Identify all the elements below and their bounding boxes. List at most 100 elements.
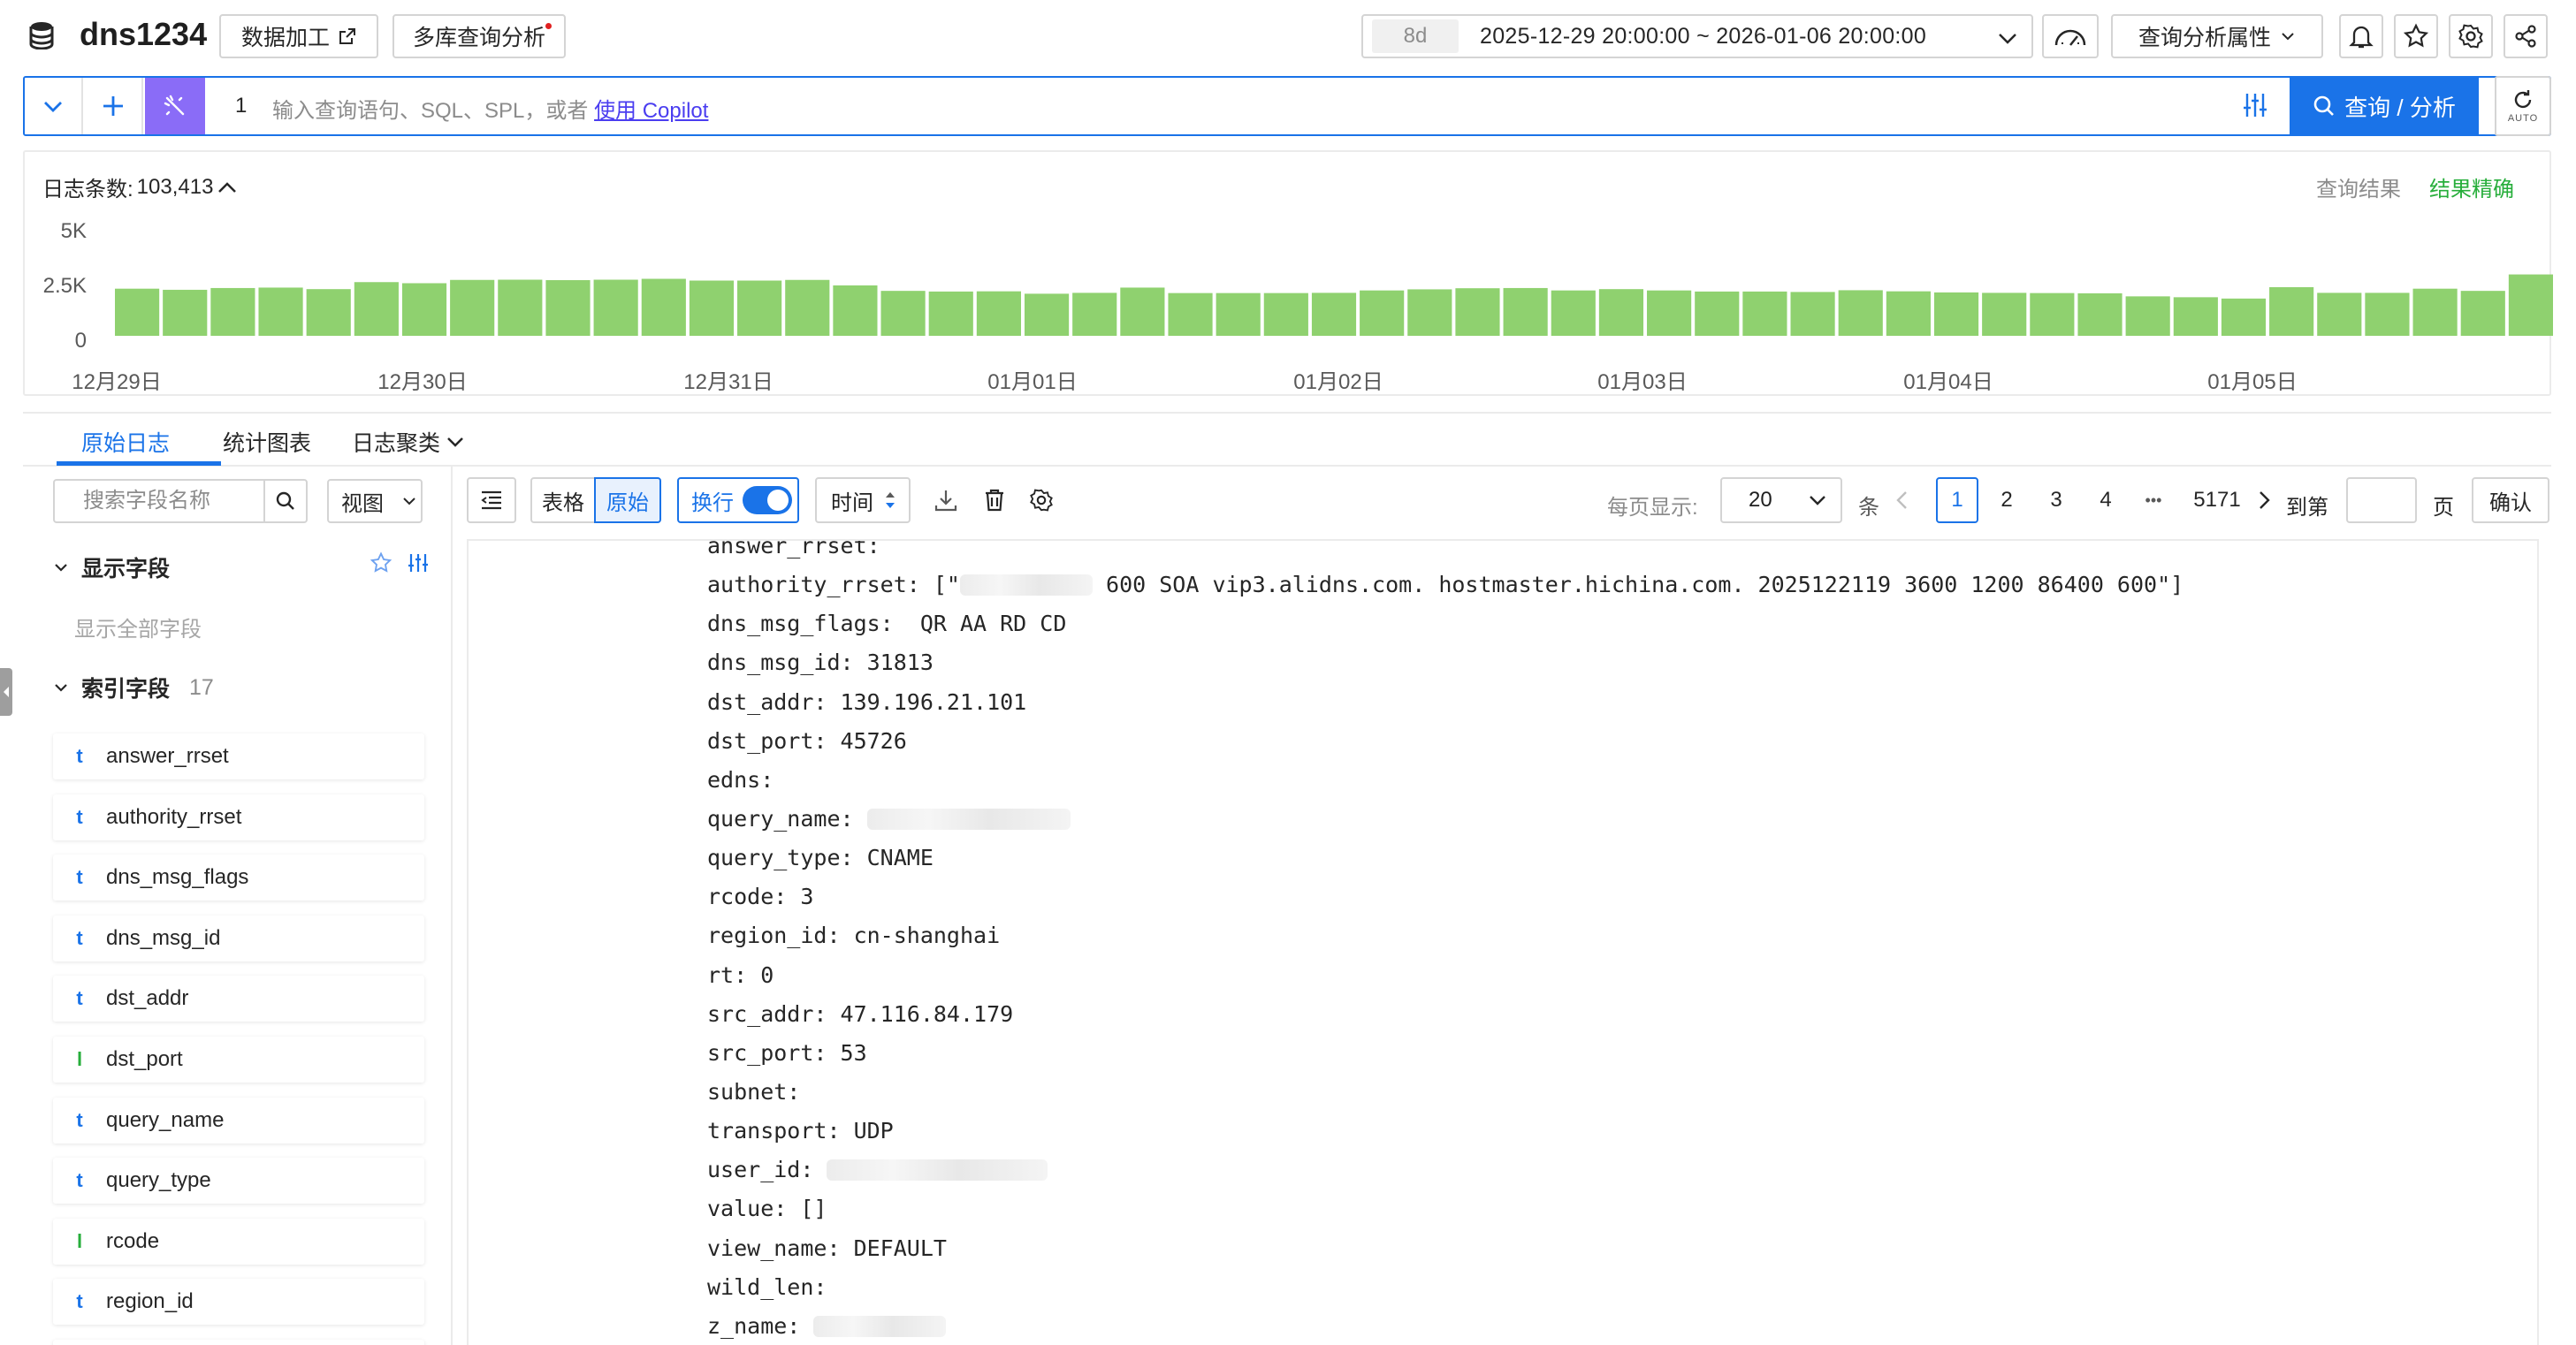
histogram-bar[interactable] [1263,293,1308,336]
histogram-bar[interactable] [2412,288,2458,336]
page-ellipsis[interactable]: ••• [2132,477,2175,523]
log-field-key[interactable]: subnet: [707,1073,800,1112]
histogram-bar[interactable] [785,279,830,336]
page-button-3[interactable]: 3 [2035,477,2077,523]
field-item-region-id[interactable]: t region_id [53,1279,424,1326]
view-dropdown[interactable]: 视图 [327,479,423,523]
histogram-bar[interactable] [928,291,973,336]
auto-refresh-button[interactable]: AUTO [2495,76,2551,136]
field-search-input[interactable] [53,479,265,523]
histogram-bar[interactable] [689,280,735,337]
histogram-bar[interactable] [2365,293,2410,336]
add-query-button[interactable] [85,78,143,134]
histogram-bar[interactable] [833,285,878,336]
histogram-bar[interactable] [450,279,495,336]
log-field-line[interactable]: view_name: DEFAULT [707,1229,2184,1268]
field-item-dst-port[interactable]: l dst_port [53,1037,424,1083]
page-button-2[interactable]: 2 [1985,477,2028,523]
page-button-4[interactable]: 4 [2084,477,2127,523]
log-field-line[interactable]: z_name: [707,1307,2184,1345]
histogram-bar[interactable] [2269,286,2314,336]
histogram-bar[interactable] [1647,290,1692,336]
field-item-dns-msg-flags[interactable]: t dns_msg_flags [53,855,424,901]
histogram-bar[interactable] [1407,289,1452,336]
log-field-key[interactable]: dns_msg_flags: [707,604,894,643]
log-field-key[interactable]: authority_rrset: [707,566,920,604]
log-field-line[interactable]: query_type: CNAME [707,839,2184,878]
log-field-key[interactable]: dst_addr: [707,683,827,722]
copilot-button[interactable] [145,78,205,134]
next-page-button[interactable] [2251,477,2277,523]
settings-gear-icon[interactable] [2449,14,2493,58]
time-sort-button[interactable]: 时间 [815,477,911,523]
histogram-bar[interactable] [1790,292,1835,336]
log-field-key[interactable]: dns_msg_id: [707,643,854,682]
field-item-query-type[interactable]: t query_type [53,1158,424,1204]
histogram-bar[interactable] [545,280,591,336]
tab-log-clustering[interactable]: 日志聚类 [352,426,465,458]
time-range-picker[interactable]: 8d 2025-12-29 20:00:00 ~ 2026-01-06 20:0… [1361,14,2033,58]
log-field-key[interactable]: region_id: [707,916,841,955]
show-all-fields[interactable]: 显示全部字段 [74,612,202,642]
histogram-bar[interactable] [163,289,208,336]
histogram-bar[interactable] [1886,291,1931,336]
histogram-bar[interactable] [2077,293,2123,336]
page-button-last[interactable]: 5171 [2185,477,2249,523]
histogram-bar[interactable] [2317,293,2362,336]
histogram-bar[interactable] [1551,290,1596,336]
histogram-bar[interactable] [976,291,1021,336]
histogram-bar[interactable] [401,283,447,336]
trash-icon[interactable] [983,488,1006,513]
index-fields-header[interactable]: 索引字段 17 [53,672,214,703]
log-field-line[interactable]: dns_msg_flags: QR AA RD CD [707,604,2184,643]
speedometer-icon[interactable] [2042,14,2099,58]
log-field-line[interactable]: dst_port: 45726 [707,722,2184,761]
bell-icon[interactable] [2339,14,2383,58]
histogram-bar[interactable] [1216,293,1261,336]
line-wrap-toggle[interactable]: 换行 [677,477,799,523]
histogram-bar[interactable] [1360,290,1405,336]
log-field-key[interactable]: dst_port: [707,722,827,761]
tune-sliders-icon[interactable] [2242,90,2268,120]
histogram-bar[interactable] [210,287,255,336]
log-field-line[interactable]: dst_addr: 139.196.21.101 [707,683,2184,722]
field-search-button[interactable] [263,479,308,523]
histogram-bar[interactable] [1598,289,1644,336]
download-icon[interactable] [934,488,958,513]
histogram-bar[interactable] [1120,287,1165,336]
tab-raw-logs[interactable]: 原始日志 [81,426,170,458]
log-field-key[interactable]: transport: [707,1112,841,1151]
histogram-bar[interactable] [2173,297,2218,336]
histogram-bar[interactable] [737,280,782,337]
histogram-bar[interactable] [1024,293,1070,336]
log-field-key[interactable]: src_addr: [707,995,827,1034]
page-button-1[interactable]: 1 [1936,477,1978,523]
prev-page-button[interactable] [1881,477,1924,523]
field-item-answer-rrset[interactable]: t answer_rrset [53,733,424,779]
histogram-bar[interactable] [306,289,351,336]
histogram-bar[interactable] [1742,291,1787,336]
page-size-select[interactable]: 20 [1720,477,1842,523]
field-item-dst-addr[interactable]: t dst_addr [53,976,424,1022]
histogram-bars[interactable] [115,226,2557,336]
star-icon[interactable] [370,551,392,574]
log-field-key[interactable]: user_id: [707,1151,813,1189]
log-field-line[interactable]: rcode: 3 [707,878,2184,916]
histogram-bar[interactable] [2125,296,2170,336]
log-field-key[interactable]: view_name: [707,1229,841,1268]
histogram-bar[interactable] [1503,287,1548,336]
field-settings-sliders-icon[interactable] [407,551,430,574]
tab-statistics-chart[interactable]: 统计图表 [223,426,311,458]
display-fields-header[interactable]: 显示字段 [53,551,170,583]
histogram-bar[interactable] [1168,293,1213,336]
field-item-rt[interactable]: lrt [53,1340,424,1345]
query-input[interactable] [272,88,2261,124]
histogram-bar[interactable] [2030,293,2075,336]
expand-menu-button[interactable] [467,477,516,523]
log-field-line[interactable]: value: [] [707,1189,2184,1228]
log-field-key[interactable]: query_name: [707,800,854,839]
log-field-line[interactable]: rt: 0 [707,956,2184,995]
log-field-line[interactable]: authority_rrset: [" 600 SOA vip3.alidns.… [707,566,2184,604]
histogram-bar[interactable] [593,279,638,336]
collapse-query-button[interactable] [25,78,83,134]
